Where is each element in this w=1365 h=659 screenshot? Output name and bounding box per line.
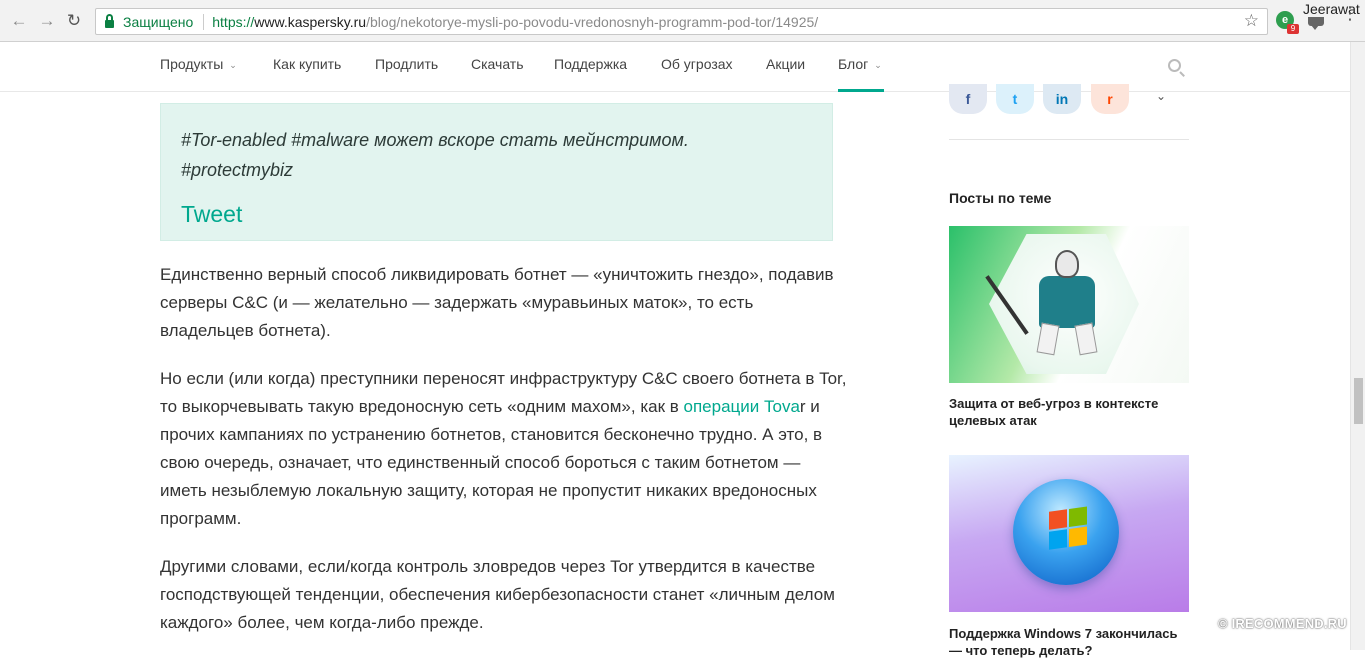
browser-toolbar: ← → ↻ Защищено https://www.kaspersky.ru /… xyxy=(0,0,1365,42)
related-post-title[interactable]: Поддержка Windows 7 закончилась — что те… xyxy=(949,625,1194,659)
nav-item-label: Поддержка xyxy=(554,56,628,72)
forward-arrow-icon[interactable]: → xyxy=(36,10,58,32)
secure-label: Защищено xyxy=(123,13,194,30)
nav-item-support[interactable]: Поддержка xyxy=(554,56,627,92)
scrollbar-thumb[interactable] xyxy=(1354,378,1363,424)
article-paragraph: Другими словами, если/когда контроль зло… xyxy=(160,557,835,632)
chevron-down-icon: ⌄ xyxy=(874,60,882,70)
paragraph-text: r и прочих кампаниях по устранению ботне… xyxy=(160,397,823,528)
facebook-icon: f xyxy=(965,91,971,107)
extension-badge: 9 xyxy=(1287,24,1299,34)
twitter-icon: t xyxy=(1012,91,1018,107)
nav-item-label: Как купить xyxy=(273,56,342,72)
post-thumbnail-windows[interactable] xyxy=(949,455,1189,612)
nav-item-label: Акции xyxy=(766,56,806,72)
watermark: © IRECOMMEND.RU xyxy=(1218,616,1347,631)
url-host: www.kaspersky.ru xyxy=(254,13,367,30)
quote-line: #Tor-enabled #malware может вскоре стать… xyxy=(181,130,689,150)
nav-item-label: Продлить xyxy=(375,56,439,72)
windows-orb-icon xyxy=(1013,479,1119,585)
sidebar-divider xyxy=(949,139,1189,140)
quote-text: #Tor-enabled #malware может вскоре стать… xyxy=(181,125,801,185)
nav-item-blog[interactable]: Блог ⌄ xyxy=(838,56,884,92)
back-arrow-icon[interactable]: ← xyxy=(8,10,30,32)
chevron-down-icon: ⌄ xyxy=(229,60,237,70)
bookmark-star-icon[interactable]: ☆ xyxy=(1244,11,1259,31)
goalie-helmet-shape xyxy=(1055,250,1079,278)
address-bar[interactable]: Защищено https://www.kaspersky.ru/blog/n… xyxy=(95,8,1268,35)
nav-item-renew[interactable]: Продлить xyxy=(375,56,438,92)
reddit-share-button[interactable]: r xyxy=(1091,84,1129,114)
related-posts-heading: Посты по теме xyxy=(949,190,1052,206)
post-thumbnail-goalie[interactable] xyxy=(949,226,1189,383)
page-scrollbar[interactable] xyxy=(1350,42,1365,650)
site-navigation: Продукты ⌄ Как купить Продлить Скачать По… xyxy=(0,42,1350,92)
article-paragraph: Единственно верный способ ликвидировать … xyxy=(160,265,834,340)
linkedin-icon: in xyxy=(1055,91,1069,107)
facebook-share-button[interactable]: f xyxy=(949,84,987,114)
url-scheme: https:// xyxy=(212,13,255,30)
nav-item-label: Продукты xyxy=(160,56,224,72)
nav-item-products[interactable]: Продукты ⌄ xyxy=(160,56,237,92)
url-path: /blog/nekotorye-mysli-po-povodu-vredonos… xyxy=(366,13,819,30)
twitter-share-button[interactable]: t xyxy=(996,84,1034,114)
lock-icon xyxy=(105,13,114,28)
linkedin-share-button[interactable]: in xyxy=(1043,84,1081,114)
goalie-body-shape xyxy=(1039,276,1095,328)
tweet-link[interactable]: Tweet xyxy=(181,201,242,228)
omnibox-separator xyxy=(203,13,205,30)
more-share-chevron-icon[interactable]: ⌄ xyxy=(1156,89,1166,103)
nav-item-threats[interactable]: Об угрозах xyxy=(661,56,733,92)
operation-tovar-link[interactable]: операции Tova xyxy=(684,397,800,416)
windows-logo-icon xyxy=(1049,506,1089,552)
menu-dots-icon[interactable]: ⋮ xyxy=(1341,4,1359,22)
reddit-icon: r xyxy=(1107,91,1113,107)
nav-item-label: Скачать xyxy=(471,56,524,72)
related-post-title[interactable]: Защита от веб-угроз в контексте целевых … xyxy=(949,395,1194,429)
nav-item-label: Об угрозах xyxy=(661,56,733,72)
tweetable-quote: #Tor-enabled #malware может вскоре стать… xyxy=(160,103,833,241)
nav-item-how-to-buy[interactable]: Как купить xyxy=(273,56,341,92)
nav-item-download[interactable]: Скачать xyxy=(471,56,524,92)
article-paragraph: Но если (или когда) преступники перенося… xyxy=(160,365,850,533)
search-icon[interactable] xyxy=(1168,59,1181,72)
nav-item-label: Блог xyxy=(838,56,869,72)
quote-line: #protectmybiz xyxy=(181,160,294,180)
nav-item-promotions[interactable]: Акции xyxy=(766,56,805,92)
reload-icon[interactable]: ↻ xyxy=(63,10,85,32)
